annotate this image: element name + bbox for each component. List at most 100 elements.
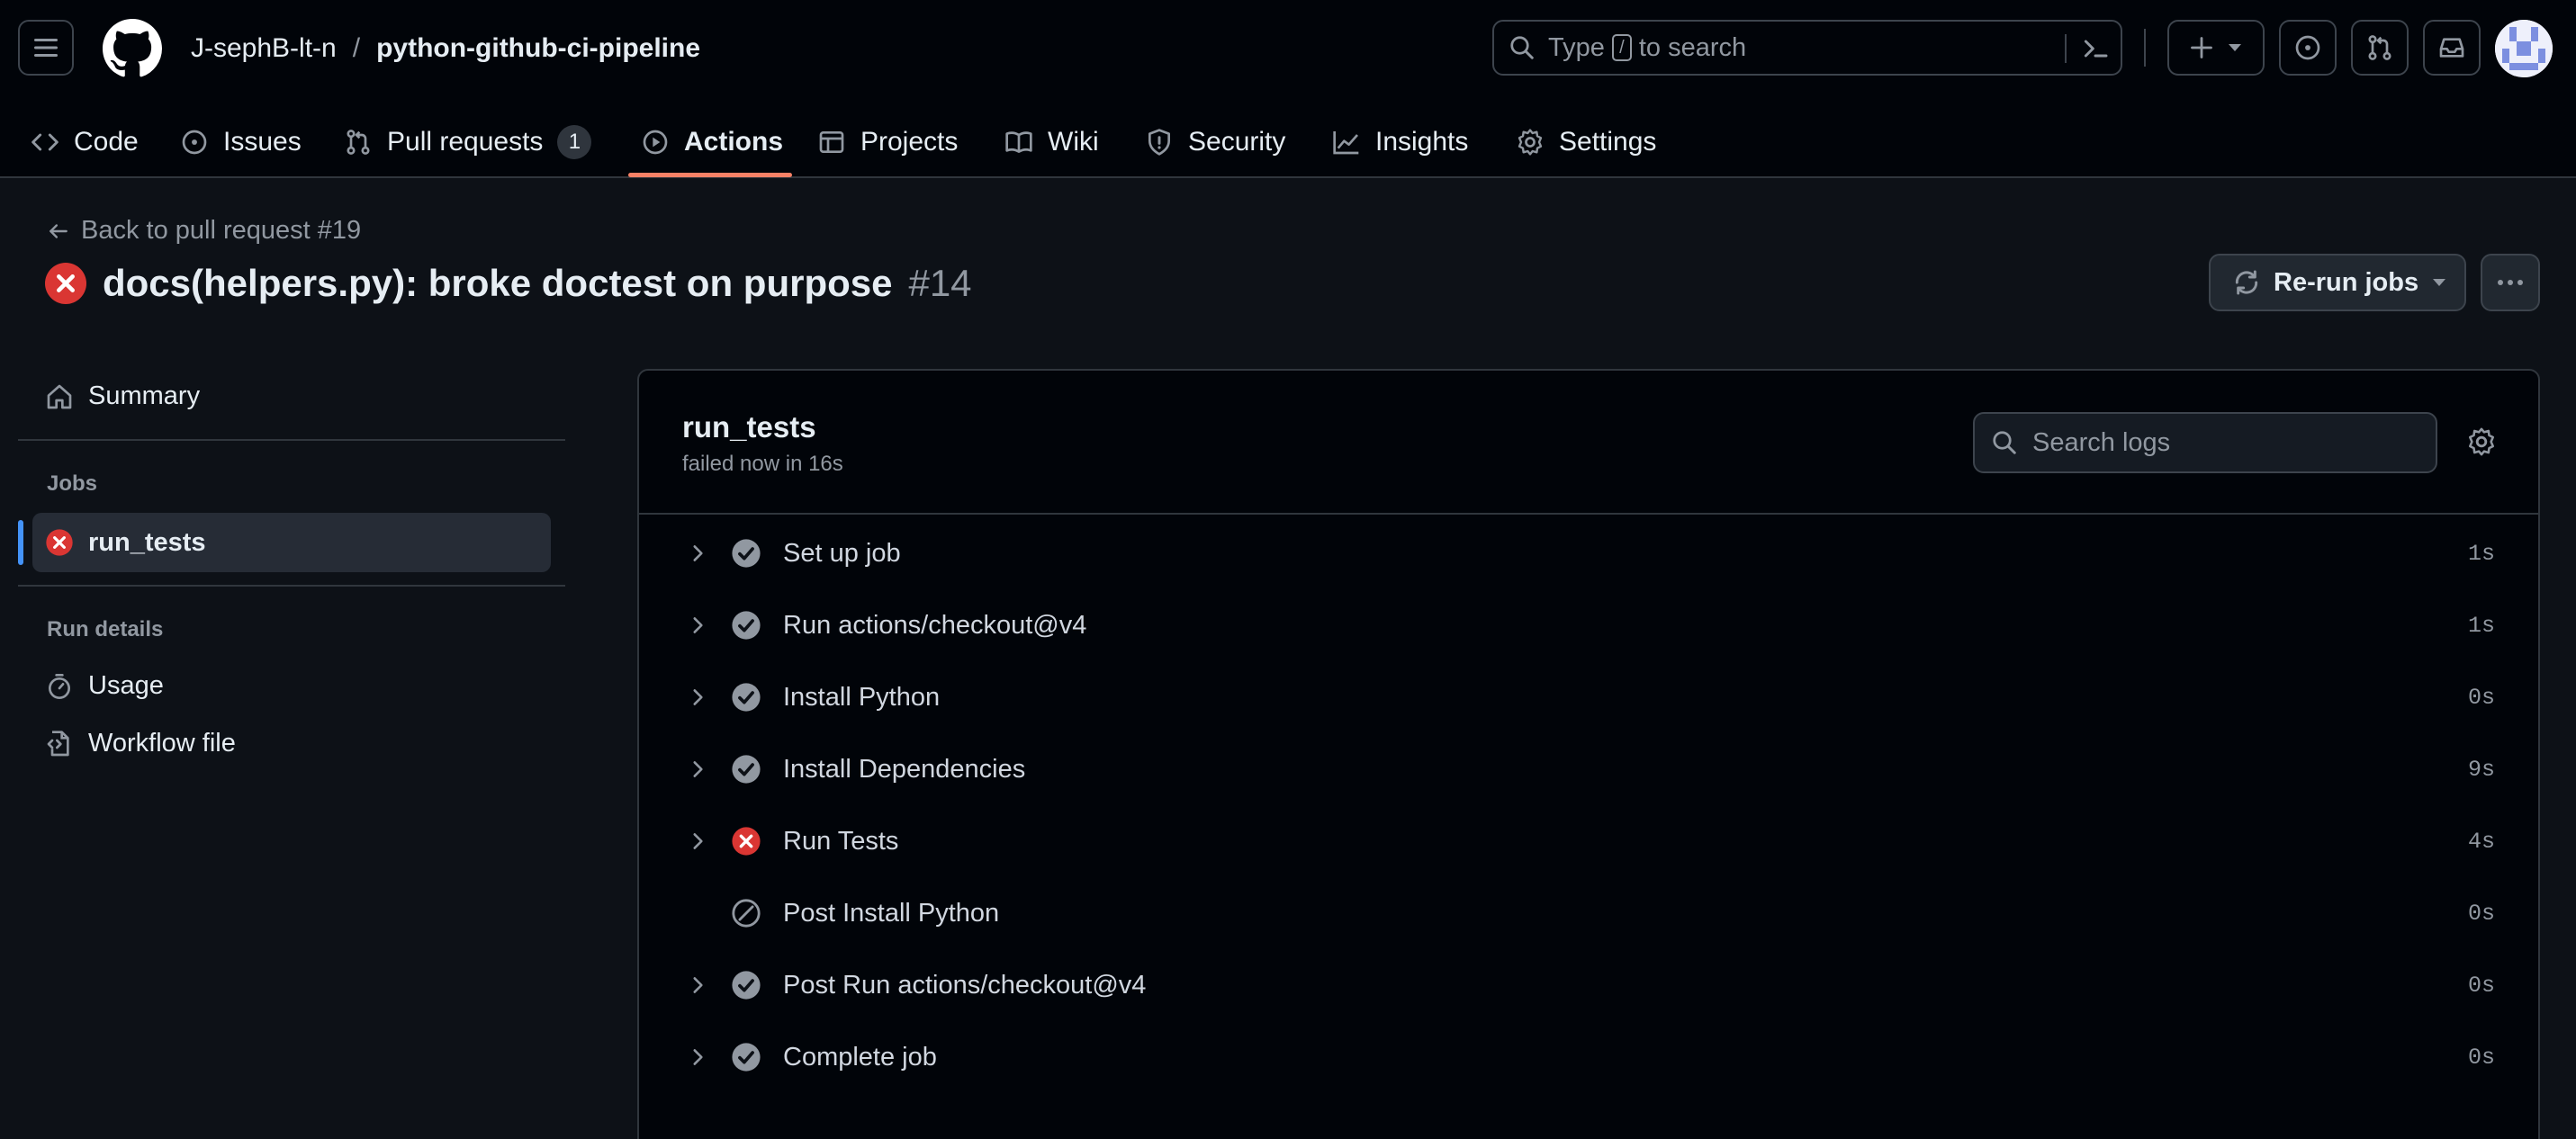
job-step-row[interactable]: Run actions/checkout@v4 1s xyxy=(639,589,2538,661)
more-options-button[interactable] xyxy=(2481,254,2540,311)
check-circle-fill-icon xyxy=(732,755,761,784)
home-icon xyxy=(47,384,72,408)
x-circle-fill-icon xyxy=(45,263,86,304)
tab-actions-label: Actions xyxy=(684,127,784,157)
job-step-duration: 1s xyxy=(2467,612,2495,639)
command-palette-icon[interactable] xyxy=(2081,34,2110,63)
tab-issues-label: Issues xyxy=(223,127,302,157)
job-step-row: Post Install Python 0s xyxy=(639,877,2538,949)
pull-requests-button[interactable] xyxy=(2351,20,2409,76)
re-run-jobs-button[interactable]: Re-run jobs xyxy=(2209,254,2466,311)
back-to-pull-request-link[interactable]: Back to pull request #19 xyxy=(47,216,361,246)
job-log-header: run_tests failed now in 16s Search logs xyxy=(639,371,2538,515)
skip-icon xyxy=(732,899,761,928)
chevron-right-icon[interactable] xyxy=(686,973,709,997)
search-icon xyxy=(1510,36,1534,59)
tab-projects-label: Projects xyxy=(860,127,959,157)
tab-wiki-label: Wiki xyxy=(1048,127,1099,157)
active-job-marker xyxy=(18,520,23,565)
user-avatar[interactable] xyxy=(2495,20,2553,77)
repo-owner-link[interactable]: J-sephB-lt-n xyxy=(191,32,337,65)
search-logs-input[interactable]: Search logs xyxy=(1973,412,2437,473)
tab-issues[interactable]: Issues xyxy=(180,119,302,166)
tab-insights[interactable]: Insights xyxy=(1332,119,1468,166)
search-placeholder-prefix: Type xyxy=(1548,32,1605,62)
tab-pull-requests[interactable]: Pull requests 1 xyxy=(344,119,592,166)
sidebar-item-workflow-file[interactable]: Workflow file xyxy=(45,729,236,758)
job-step-row[interactable]: Post Run actions/checkout@v4 0s xyxy=(639,949,2538,1021)
job-log-panel: run_tests failed now in 16s Search logs … xyxy=(637,369,2540,1139)
chevron-right-icon[interactable] xyxy=(686,614,709,637)
job-step-row[interactable]: Complete job 0s xyxy=(639,1021,2538,1093)
git-pull-request-icon xyxy=(347,130,370,155)
breadcrumb-separator: / xyxy=(352,33,361,63)
tab-wiki[interactable]: Wiki xyxy=(1004,119,1099,166)
check-circle-fill-icon xyxy=(732,683,761,712)
chevron-right-icon[interactable] xyxy=(686,830,709,853)
issues-button[interactable] xyxy=(2279,20,2337,76)
kebab-horizontal-icon xyxy=(2498,280,2523,285)
check-circle-fill-icon xyxy=(732,971,761,1000)
job-step-row[interactable]: Set up job 1s xyxy=(639,517,2538,589)
chevron-right-icon[interactable] xyxy=(686,542,709,565)
check-circle-fill-icon xyxy=(732,611,761,640)
run-details-heading: Run details xyxy=(47,617,164,641)
sidebar-job-label: run_tests xyxy=(88,527,206,557)
tab-settings[interactable]: Settings xyxy=(1516,119,1656,166)
tab-security[interactable]: Security xyxy=(1145,119,1285,166)
check-circle-fill-icon xyxy=(732,1043,761,1072)
job-step-label: Set up job xyxy=(783,538,901,568)
sidebar-summary-label: Summary xyxy=(88,381,201,410)
chevron-right-icon[interactable] xyxy=(686,686,709,709)
file-code-icon xyxy=(47,730,69,756)
menu-button[interactable] xyxy=(18,20,74,76)
global-search-input[interactable]: Type / to search xyxy=(1492,20,2122,76)
active-tab-underline xyxy=(628,173,792,177)
sidebar-item-run-tests[interactable]: run_tests xyxy=(32,513,551,572)
job-step-duration: 0s xyxy=(2467,684,2495,711)
job-step-label: Post Run actions/checkout@v4 xyxy=(783,970,1147,1000)
repo-nav: Code Issues Pull requests 1 Actions Proj… xyxy=(0,106,2576,178)
job-step-row[interactable]: Run Tests 4s xyxy=(639,805,2538,877)
tab-actions[interactable]: Actions xyxy=(641,119,783,166)
run-number: #14 xyxy=(908,262,972,304)
gear-icon[interactable] xyxy=(2466,426,2497,457)
play-icon xyxy=(643,130,668,155)
search-icon xyxy=(1993,431,2016,454)
git-pull-request-icon xyxy=(2368,35,2391,60)
back-link-label: Back to pull request #19 xyxy=(81,216,362,245)
search-placeholder-suffix: to search xyxy=(1638,32,1747,62)
create-new-button[interactable] xyxy=(2167,20,2265,76)
caret-down-icon xyxy=(2229,44,2241,51)
tab-settings-label: Settings xyxy=(1559,127,1657,157)
inbox-button[interactable] xyxy=(2423,20,2481,76)
sidebar-usage-label: Usage xyxy=(88,671,164,700)
book-icon xyxy=(1005,131,1032,153)
job-step-row[interactable]: Install Python 0s xyxy=(639,661,2538,733)
tab-code-label: Code xyxy=(74,127,139,157)
tab-insights-label: Insights xyxy=(1375,127,1469,157)
page-title: docs(helpers.py): broke doctest on purpo… xyxy=(45,261,972,306)
github-logo-icon[interactable] xyxy=(103,19,162,78)
header-divider xyxy=(2144,29,2146,67)
chevron-right-icon[interactable] xyxy=(686,1045,709,1069)
sidebar-item-summary[interactable]: Summary xyxy=(45,381,200,411)
check-circle-fill-icon xyxy=(732,539,761,568)
tab-projects[interactable]: Projects xyxy=(817,119,958,166)
search-placeholder: Type / to search xyxy=(1548,33,1746,63)
hamburger-icon xyxy=(34,39,58,57)
chevron-right-icon[interactable] xyxy=(686,758,709,781)
global-header: J-sephB-lt-n / python-github-ci-pipeline… xyxy=(0,0,2576,178)
search-divider xyxy=(2065,34,2067,63)
job-step-duration: 0s xyxy=(2467,972,2495,999)
sidebar-workflow-file-label: Workflow file xyxy=(88,729,236,758)
stopwatch-icon xyxy=(49,673,70,699)
job-step-label: Post Install Python xyxy=(783,898,1000,928)
sync-icon xyxy=(2235,270,2258,295)
repo-name-link[interactable]: python-github-ci-pipeline xyxy=(376,32,700,65)
sidebar-item-usage[interactable]: Usage xyxy=(45,671,164,701)
job-step-row[interactable]: Install Dependencies 9s xyxy=(639,733,2538,805)
graph-icon xyxy=(1333,131,1359,155)
search-shortcut-key: / xyxy=(1611,34,1632,61)
tab-code[interactable]: Code xyxy=(31,119,139,166)
